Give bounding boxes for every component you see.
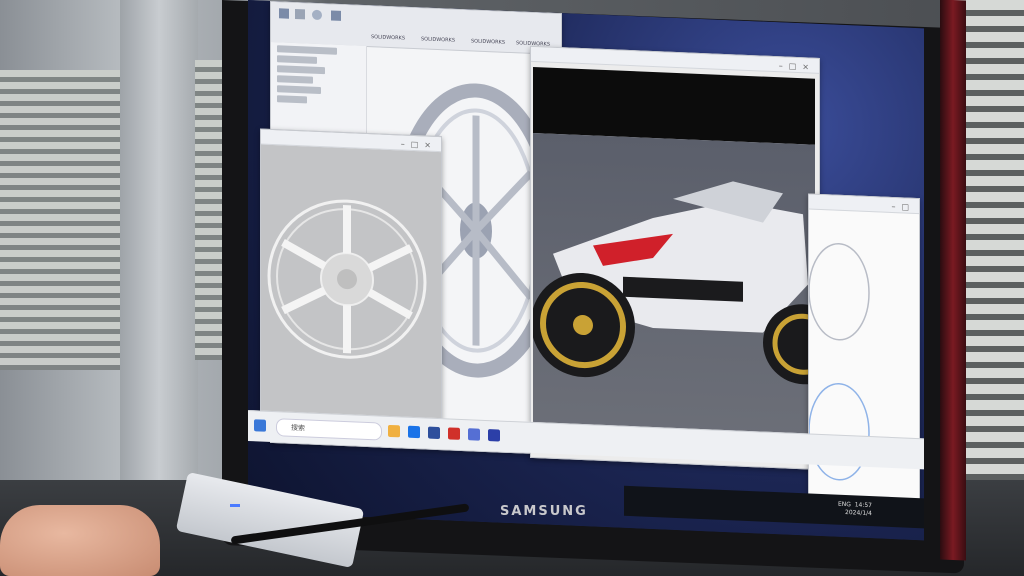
language-indicator[interactable]: ENG [838, 501, 851, 509]
taskbar-clock[interactable]: ENG 14:57 2024/1/4 [838, 501, 872, 518]
clock-date: 2024/1/4 [845, 509, 872, 518]
tree-item[interactable] [277, 95, 307, 104]
wheel-front-drawing [267, 199, 427, 359]
start-icon[interactable] [254, 419, 266, 432]
wall-pillar [120, 0, 198, 520]
motorcycle-render [531, 181, 820, 385]
app-icon[interactable] [488, 429, 500, 442]
window-controls-icon[interactable]: –□ [891, 200, 915, 215]
window-blinds-left [0, 70, 125, 370]
tree-item[interactable] [277, 75, 313, 84]
tree-item[interactable] [277, 45, 337, 55]
motorcycle-render-image [531, 132, 820, 445]
monitor-screen: SOLIDWORKS SOLIDWORKS SOLIDWORKS SOLIDWO… [248, 0, 924, 541]
monitor-brand-logo: SAMSUNG [500, 504, 588, 519]
tree-item[interactable] [277, 55, 317, 64]
window-controls-icon[interactable]: –□× [779, 59, 815, 75]
power-strip-led [230, 504, 240, 507]
cad-tab-3[interactable]: SOLIDWORKS [471, 38, 505, 45]
render-black-band [533, 66, 815, 145]
clock-time: 14:57 [854, 501, 872, 510]
solidworks-icon[interactable] [448, 427, 460, 440]
cad-tab-1[interactable]: SOLIDWORKS [371, 34, 405, 41]
app-icon[interactable] [428, 426, 440, 440]
person-hand [0, 505, 160, 576]
render-viewer-window[interactable]: –□× [530, 45, 820, 470]
tree-item[interactable] [277, 85, 321, 95]
wheel-front-view-window[interactable]: –□× [260, 128, 442, 439]
window-controls-icon[interactable]: –□× [401, 137, 437, 153]
browser-icon[interactable] [408, 425, 420, 439]
file-explorer-icon[interactable] [388, 424, 400, 438]
cad-tab-2[interactable]: SOLIDWORKS [421, 36, 455, 43]
app-icon[interactable] [468, 428, 480, 441]
monitor-back-edge [940, 0, 966, 561]
tree-item[interactable] [277, 65, 325, 75]
taskbar-search-input[interactable]: 搜索 [276, 418, 382, 441]
